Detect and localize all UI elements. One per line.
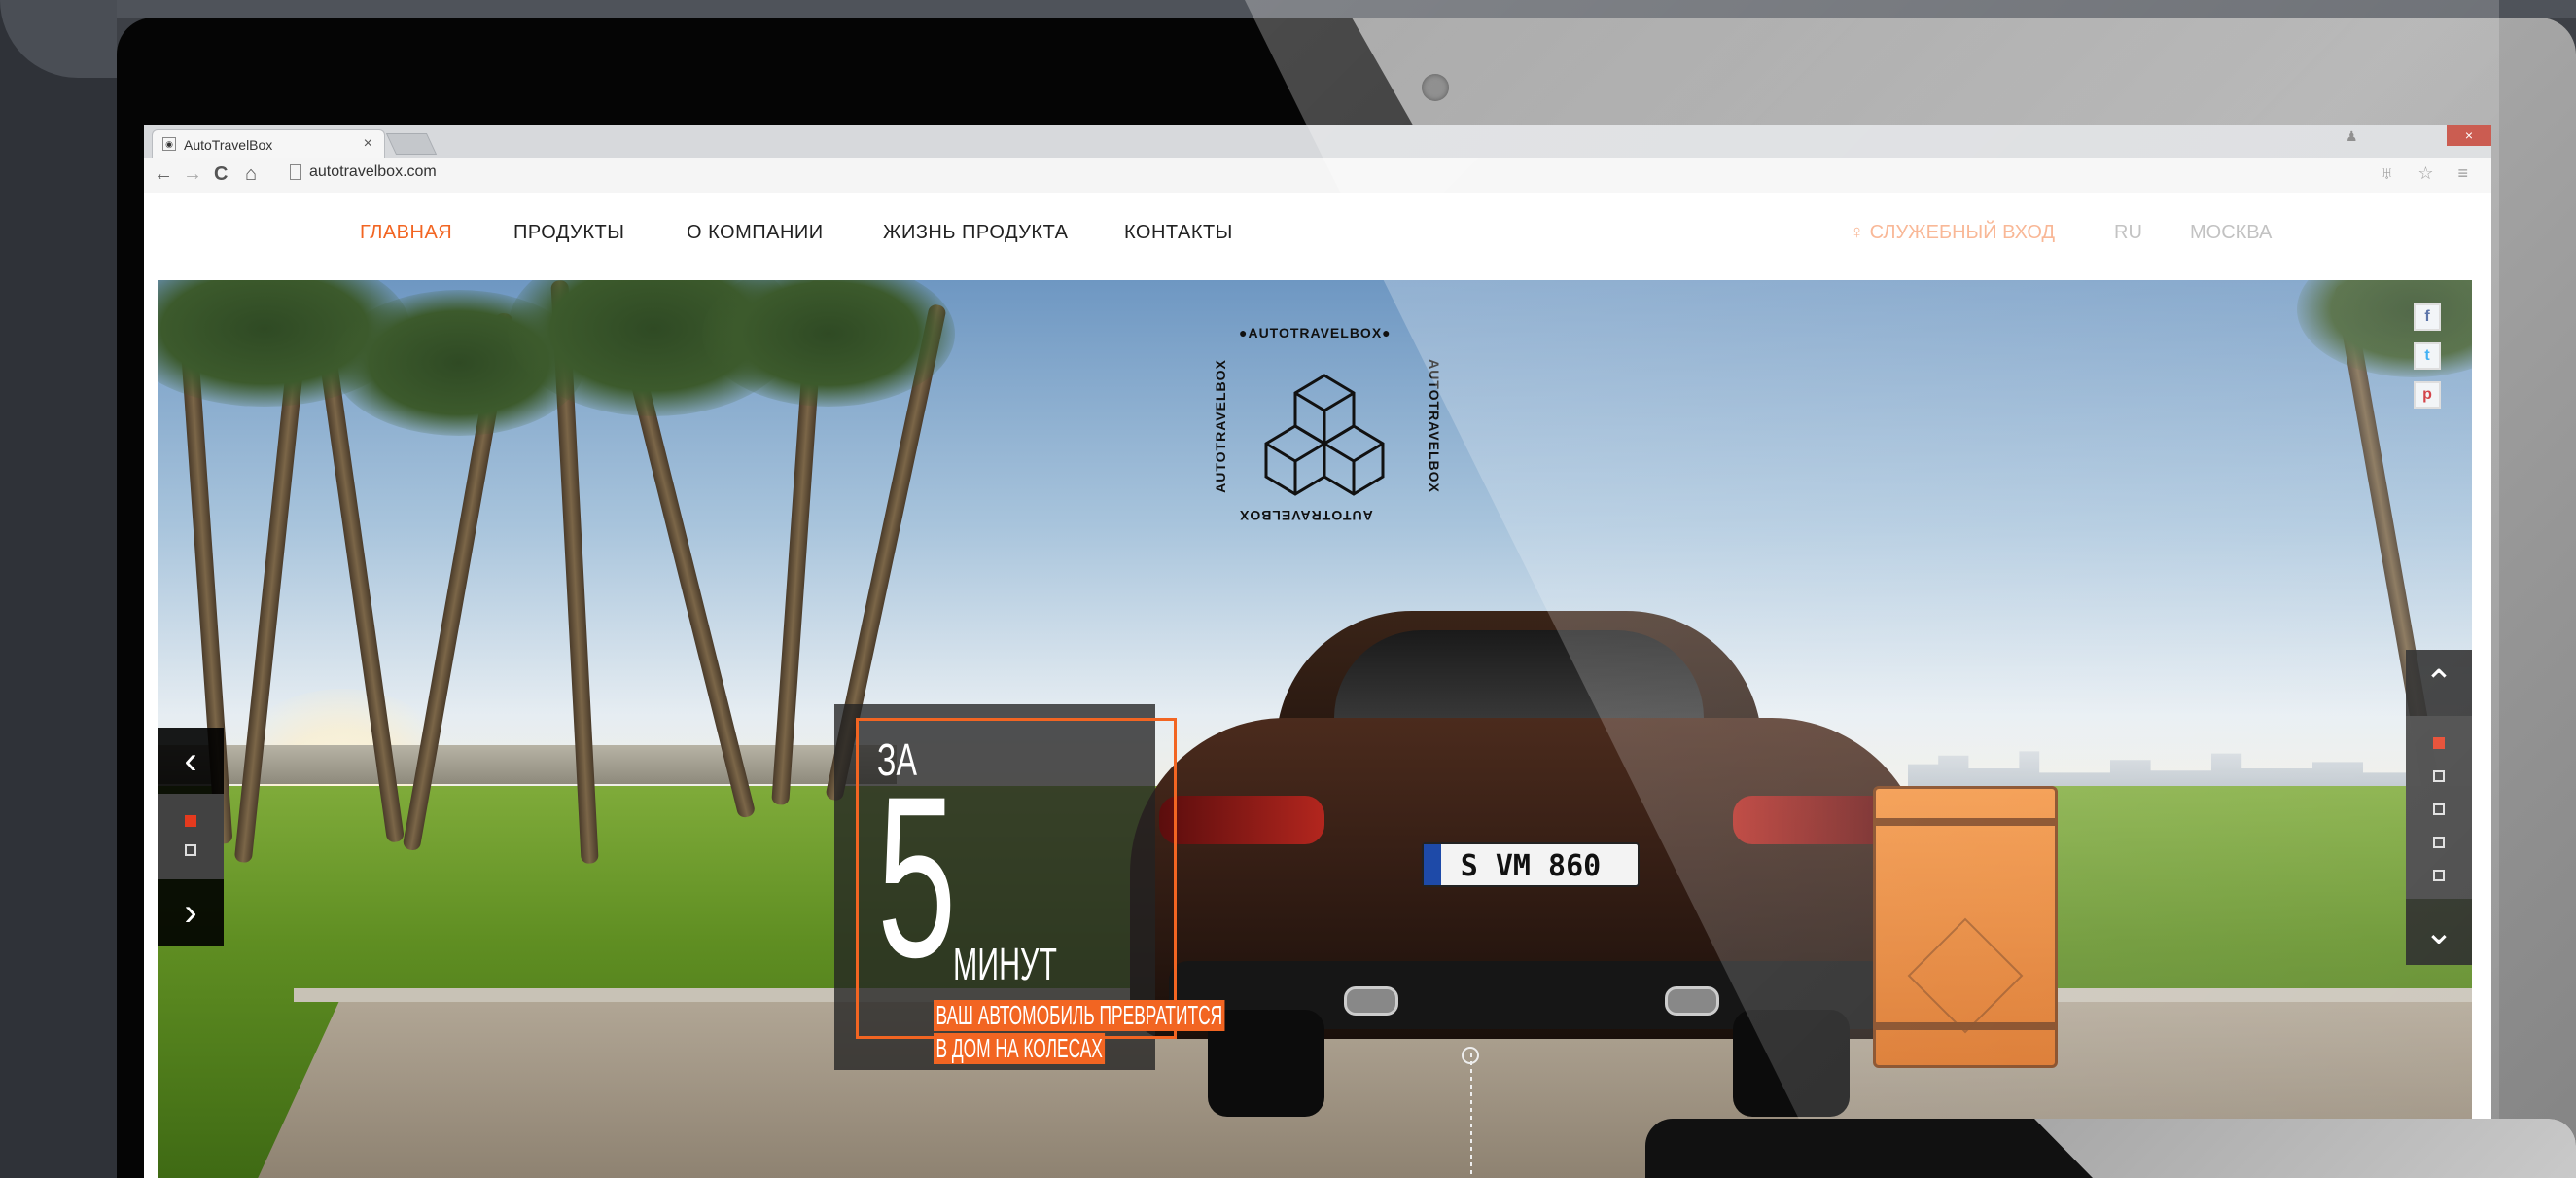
favicon-icon: ◉ bbox=[162, 137, 176, 151]
section-dots bbox=[2406, 716, 2472, 899]
facebook-icon[interactable]: f bbox=[2414, 303, 2441, 331]
section-nav-right: ⌃ ⌄ bbox=[2406, 650, 2472, 965]
nav-item-products[interactable]: ПРОДУКТЫ bbox=[513, 222, 624, 244]
car-taillight-left bbox=[1159, 796, 1324, 844]
next-slide-button[interactable]: › bbox=[158, 879, 224, 946]
back-arrow-icon[interactable]: ← bbox=[154, 163, 173, 186]
staff-login-label: СЛУЖЕБНЫЙ ВХОД bbox=[1869, 222, 2055, 243]
user-icon: ♀ bbox=[1850, 222, 1870, 243]
language-switch[interactable]: RU bbox=[2114, 222, 2142, 244]
logo-text-top: ●AUTOTRAVELBOX● bbox=[1239, 325, 1392, 340]
site-navigation: ГЛАВНАЯ ПРОДУКТЫ О КОМПАНИИ ЖИЗНЬ ПРОДУК… bbox=[144, 193, 2491, 280]
eu-band bbox=[1424, 844, 1441, 885]
car-tire-right bbox=[1733, 1010, 1850, 1117]
slide-dot-2[interactable] bbox=[185, 844, 196, 856]
nav-item-home[interactable]: ГЛАВНАЯ bbox=[360, 222, 452, 244]
new-tab-button[interactable] bbox=[385, 133, 438, 155]
section-dot-1[interactable] bbox=[2433, 737, 2445, 749]
license-plate: S VM 860 bbox=[1422, 842, 1640, 887]
city-selector[interactable]: МОСКВА bbox=[2190, 222, 2272, 244]
nav-item-product-life[interactable]: ЖИЗНЬ ПРОДУКТА bbox=[883, 222, 1068, 244]
reload-icon[interactable]: C bbox=[214, 163, 228, 186]
section-dot-4[interactable] bbox=[2433, 837, 2445, 848]
desk-left-edge bbox=[0, 0, 117, 1178]
smartphone-edge bbox=[1645, 1119, 2576, 1178]
browser-tab[interactable]: ◉ AutoTravelBox × bbox=[152, 129, 385, 158]
logo-cube-icon bbox=[1264, 374, 1385, 496]
promo-tagline-1: ВАШ АВТОМОБИЛЬ ПРЕВРАТИТСЯ bbox=[934, 1000, 1225, 1031]
home-icon[interactable]: ⌂ bbox=[245, 163, 257, 186]
slide-nav-left: ‹ › bbox=[158, 728, 224, 946]
user-profile-icon[interactable]: ♟ bbox=[2346, 128, 2365, 152]
twitter-icon[interactable]: t bbox=[2414, 342, 2441, 370]
staff-login-link[interactable]: ♀ СЛУЖЕБНЫЙ ВХОД bbox=[1850, 222, 2055, 244]
scroll-up-button[interactable]: ⌃ bbox=[2406, 650, 2472, 716]
section-dot-2[interactable] bbox=[2433, 770, 2445, 782]
hotspot-line bbox=[1470, 1053, 1472, 1178]
url-text: autotravelbox.com bbox=[309, 163, 437, 180]
phone-glare bbox=[2034, 1119, 2576, 1178]
section-dot-3[interactable] bbox=[2433, 803, 2445, 815]
tab-close-icon[interactable]: × bbox=[364, 135, 372, 153]
pinterest-icon[interactable]: p bbox=[2414, 381, 2441, 409]
car-tire-left bbox=[1208, 1010, 1324, 1117]
section-dot-5[interactable] bbox=[2433, 870, 2445, 881]
hero-car: S VM 860 bbox=[1130, 601, 1927, 1117]
slide-dot-1[interactable] bbox=[185, 815, 196, 827]
prev-slide-button[interactable]: ‹ bbox=[158, 728, 224, 794]
window-close-button[interactable]: × bbox=[2447, 125, 2491, 146]
car-exhaust-right bbox=[1665, 986, 1719, 1016]
desk-left-curve bbox=[0, 0, 117, 78]
page-icon bbox=[290, 163, 301, 180]
promo-number: 5 bbox=[877, 749, 957, 1006]
scroll-down-button[interactable]: ⌄ bbox=[2406, 899, 2472, 965]
logo-text-bottom: AUTOTRAVELBOX bbox=[1239, 508, 1373, 523]
webcam bbox=[1422, 74, 1449, 101]
promo-minutes: МИНУТ bbox=[953, 939, 1057, 989]
desk-top-edge bbox=[117, 0, 2576, 18]
plate-text: S VM 860 bbox=[1460, 849, 1602, 883]
nav-item-about[interactable]: О КОМПАНИИ bbox=[687, 222, 824, 244]
promo-tagline-2: В ДОМ НА КОЛЕСАХ bbox=[934, 1033, 1106, 1064]
box-logo-icon bbox=[1907, 917, 2024, 1034]
laptop-screen: ◉ AutoTravelBox × ♟ × ← → C ⌂ autotravel… bbox=[144, 125, 2491, 1178]
browser-tabstrip: ◉ AutoTravelBox × ♟ × bbox=[144, 125, 2491, 158]
logo-text-right: AUTOTRAVELBOX bbox=[1426, 359, 1442, 493]
browser-menu-icons[interactable]: ♅ ☆ ≡ bbox=[2381, 163, 2478, 184]
promo-banner: ЗА 5 МИНУТ ВАШ АВТОМОБИЛЬ ПРЕВРАТИТСЯ В … bbox=[834, 704, 1225, 1070]
url-bar[interactable]: autotravelbox.com bbox=[286, 163, 2464, 187]
logo-text-left: AUTOTRAVELBOX bbox=[1212, 359, 1228, 493]
tab-title: AutoTravelBox bbox=[184, 137, 273, 153]
car-exhaust-left bbox=[1344, 986, 1398, 1016]
travel-box-product bbox=[1873, 786, 2058, 1068]
box-band bbox=[1876, 818, 2055, 826]
forward-arrow-icon[interactable]: → bbox=[183, 163, 202, 186]
browser-toolbar: ← → C ⌂ autotravelbox.com ♅ ☆ ≡ bbox=[144, 158, 2491, 194]
slide-dots bbox=[158, 794, 224, 879]
nav-item-contacts[interactable]: КОНТАКТЫ bbox=[1124, 222, 1233, 244]
autotravelbox-logo[interactable]: ●AUTOTRAVELBOX● AUTOTRAVELBOX AUTOTRAVEL… bbox=[1213, 325, 1442, 527]
car-rear-window bbox=[1334, 630, 1704, 728]
hero-slider: ●AUTOTRAVELBOX● AUTOTRAVELBOX AUTOTRAVEL… bbox=[158, 280, 2472, 1178]
